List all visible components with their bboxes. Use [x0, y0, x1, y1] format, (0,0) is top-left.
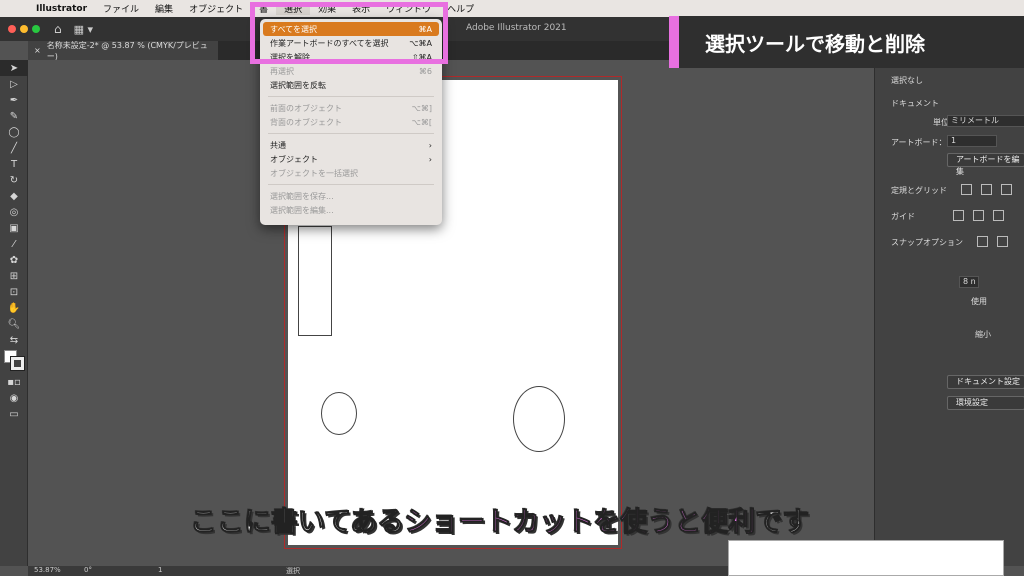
selection-status: 選択なし — [891, 76, 923, 85]
hand-tool-icon[interactable]: ✋ — [0, 300, 28, 316]
snap-point-icon[interactable] — [977, 236, 988, 247]
artboard-tool-icon[interactable]: ⊡ — [0, 284, 28, 300]
use-label: 使用 — [971, 297, 987, 306]
window-controls — [8, 25, 40, 33]
document-tab-label: 名称未設定-2* @ 53.87 % (CMYK/プレビュー) — [46, 40, 208, 61]
shape-builder-tool-icon[interactable]: ◎ — [0, 204, 28, 220]
document-tab[interactable]: × 名称未設定-2* @ 53.87 % (CMYK/プレビュー) — [28, 40, 218, 61]
menu-item-next-object-above: 前面のオブジェクト ⌥⌘] — [270, 103, 432, 113]
type-tool-icon[interactable]: T — [0, 156, 28, 172]
swap-colors-icon[interactable]: ⇆ — [0, 332, 28, 348]
eyedropper-tool-icon[interactable]: ⁄ — [0, 236, 28, 252]
direct-selection-tool-icon[interactable]: ▷ — [0, 76, 28, 92]
caption-post: です — [755, 507, 810, 539]
rectangle-shape[interactable] — [298, 226, 332, 336]
artboard-label: アートボード： — [891, 138, 947, 147]
menu-edit[interactable]: 編集 — [147, 2, 181, 15]
caption-pre: ここに書いてある — [189, 507, 405, 539]
smart-guides-icon[interactable] — [993, 210, 1004, 221]
menu-highlight-frame — [250, 2, 448, 64]
rotate-tool-icon[interactable]: ↻ — [0, 172, 28, 188]
screen-mode-icon[interactable]: ▭ — [0, 406, 28, 422]
pen-tool-icon[interactable]: ✒ — [0, 92, 28, 108]
menu-item-next-object-below: 背面のオブジェクト ⌥⌘[ — [270, 117, 432, 127]
menu-item-reselect: 再選択 ⌘6 — [270, 66, 432, 76]
window-title: Adobe Illustrator 2021 — [466, 23, 567, 33]
stroke-swatch[interactable] — [10, 356, 25, 371]
guides-label: ガイド — [891, 212, 915, 221]
home-icon[interactable]: ⌂ — [54, 22, 62, 36]
menu-item-inverse[interactable]: 選択範囲を反転 — [260, 78, 442, 92]
unit-select[interactable]: ミリメートル — [947, 115, 1024, 127]
eraser-tool-icon[interactable]: ◆ — [0, 188, 28, 204]
selection-tool-icon[interactable]: ➤ — [0, 60, 28, 76]
draw-mode-icon[interactable]: ◉ — [0, 390, 28, 406]
curvature-tool-icon[interactable]: ✎ — [0, 108, 28, 124]
color-mode-icon[interactable]: ▪▫ — [0, 374, 28, 390]
menu-item-save-selection: 選択範囲を保存... — [270, 191, 334, 201]
lesson-banner: 選択ツールで移動と削除 — [669, 16, 1024, 68]
small-ellipse-shape[interactable] — [321, 392, 357, 435]
zoom-tool-icon[interactable]: 🔍︎ — [0, 316, 28, 332]
document-setup-button[interactable]: ドキュメント設定 — [947, 375, 1024, 389]
overlay-box — [728, 540, 1004, 576]
gradient-tool-icon[interactable]: ▣ — [0, 220, 28, 236]
paintbrush-tool-icon[interactable]: ╱ — [0, 140, 28, 156]
mac-menubar: Illustrator ファイル 編集 オブジェクト 書 選択 効果 表示 ウィ… — [0, 0, 1024, 17]
large-ellipse-shape[interactable] — [513, 386, 565, 452]
menu-file[interactable]: ファイル — [95, 2, 147, 15]
grid-icon[interactable] — [981, 184, 992, 195]
tools-panel: ➤ ▷ ✒ ✎ ◯ ╱ T ↻ ◆ ◎ ▣ ⁄ ✿ ⊞ ⊡ ✋ 🔍︎ ⇆ ▪▫ … — [0, 60, 28, 566]
preferences-button[interactable]: 環境設定 — [947, 396, 1024, 410]
menu-item-object[interactable]: オブジェクト › — [260, 152, 442, 166]
menu-app[interactable]: Illustrator — [28, 4, 95, 14]
ruler-grid-label: 定規とグリッド — [891, 186, 947, 195]
menu-item-start-global-edit: オブジェクトを一括選択 — [270, 168, 358, 178]
menu-item-same[interactable]: 共通 › — [260, 138, 442, 152]
menu-object[interactable]: オブジェクト — [181, 2, 251, 15]
zoom-level[interactable]: 53.87% — [34, 566, 61, 574]
lock-guides-icon[interactable] — [973, 210, 984, 221]
artboard-select[interactable]: 1 — [947, 135, 997, 147]
snap-pixel-icon[interactable] — [997, 236, 1008, 247]
current-tool: 選択 — [286, 567, 300, 575]
document-section-title: ドキュメント — [891, 99, 939, 108]
symbol-sprayer-tool-icon[interactable]: ✿ — [0, 252, 28, 268]
guides-icon[interactable] — [953, 210, 964, 221]
caption-highlight: ショートカットを使うと便利 — [404, 507, 756, 539]
menu-separator — [268, 184, 434, 185]
edit-artboard-button[interactable]: アートボードを編集 — [947, 153, 1024, 176]
shrink-label: 縮小 — [975, 330, 991, 339]
ellipse-tool-icon[interactable]: ◯ — [0, 124, 28, 140]
workspace-switcher-icon[interactable]: ▦ ▾ — [74, 23, 93, 36]
rotation-value[interactable]: 0° — [84, 566, 92, 574]
menu-separator — [268, 96, 434, 97]
snap-label: スナップオプション — [891, 238, 963, 247]
ruler-icon[interactable] — [961, 184, 972, 195]
close-tab-icon[interactable]: × — [34, 46, 41, 55]
close-window-button[interactable] — [8, 25, 16, 33]
properties-panel: 選択なし ドキュメント 単位： ミリメートル アートボード： 1 アートボードを… — [874, 41, 1024, 566]
blend-tool-icon[interactable]: ⊞ — [0, 268, 28, 284]
subtitle-caption: ここに書いてあるショートカットを使うと便利です — [189, 500, 810, 539]
canvas-area[interactable] — [28, 60, 874, 566]
zoom-window-button[interactable] — [32, 25, 40, 33]
artboard-number[interactable]: 1 — [158, 566, 162, 574]
transparency-grid-icon[interactable] — [1001, 184, 1012, 195]
menu-separator — [268, 133, 434, 134]
keyboard-increment-input[interactable]: 8 n — [959, 276, 979, 288]
fill-stroke-widget[interactable] — [0, 348, 27, 374]
minimize-window-button[interactable] — [20, 25, 28, 33]
menu-item-edit-selection: 選択範囲を編集... — [270, 205, 334, 215]
